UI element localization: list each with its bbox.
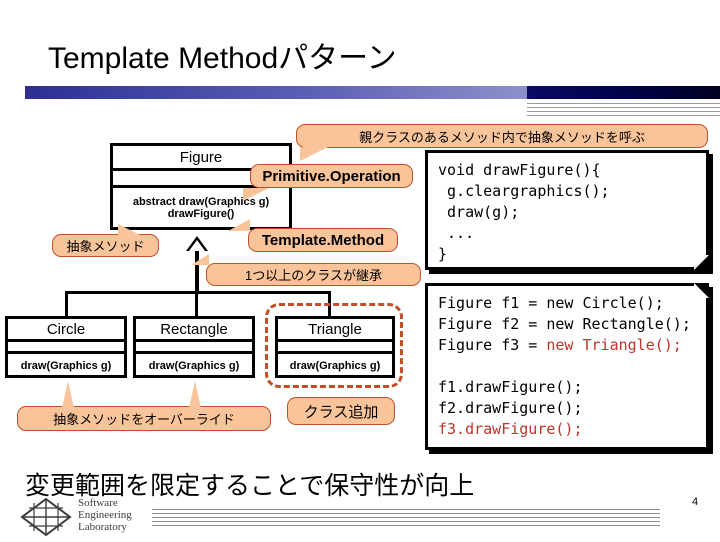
uml-class-figure-operation-1: drawFigure() — [167, 207, 235, 220]
sel-logo-line-2: Engineering — [78, 509, 132, 521]
generalization-bus — [65, 291, 331, 294]
footer-hairline-4 — [152, 521, 660, 522]
header-hairline-1 — [527, 103, 720, 104]
code-template-method-text: void drawFigure(){ g.cleargraphics(); dr… — [438, 161, 610, 263]
callout-abstract-method[interactable]: 抽象メソッド — [52, 234, 159, 257]
uml-class-circle[interactable]: Circle draw(Graphics g) — [5, 316, 127, 378]
callout-template-method[interactable]: Template.Method — [248, 228, 398, 252]
callout-call-abstract-tail — [300, 147, 328, 161]
callout-abstract-method-tail — [118, 224, 142, 236]
callout-call-abstract-in-parent[interactable]: 親クラスのあるメソッド内で抽象メソッドを呼ぶ — [296, 124, 708, 148]
code-client-text: Figure f1 = new Circle(); Figure f2 = ne… — [428, 286, 706, 440]
callout-primitive-operation-tail — [243, 188, 269, 201]
callout-primitive-operation[interactable]: Primitive.Operation — [250, 164, 413, 188]
code-client-line-1: Figure f1 = new Circle(); — [438, 294, 664, 312]
code-panel-client: Figure f1 = new Circle(); Figure f2 = ne… — [425, 283, 709, 450]
uml-class-circle-name: Circle — [46, 320, 86, 338]
page-number: 4 — [692, 496, 699, 508]
header-hairline-4 — [527, 115, 720, 116]
callout-override-tail-circle — [62, 381, 74, 408]
sel-logo-mark — [20, 497, 72, 537]
callout-override-tail-rectangle — [189, 381, 201, 408]
code-client-line-7-highlight: f3.drawFigure(); — [438, 420, 583, 438]
callout-override-abstract-method[interactable]: 抽象メソッドをオーバーライド — [17, 406, 271, 431]
sel-logo-text: Software Engineering Laboratory — [78, 497, 132, 533]
uml-class-circle-operation: draw(Graphics g) — [20, 360, 112, 372]
generalization-drop-rectangle — [195, 291, 198, 316]
footer-hairline-5 — [152, 525, 660, 526]
callout-one-or-more-subclasses[interactable]: 1つ以上のクラスが継承 — [206, 263, 421, 286]
page-title: Template Methodパターン — [48, 42, 397, 75]
uml-class-triangle-name: Triangle — [308, 320, 362, 338]
generalization-drop-circle — [65, 291, 68, 316]
code-client-line-2: Figure f2 = new Rectangle(); — [438, 315, 691, 333]
generalization-arrowhead — [186, 236, 208, 251]
sel-logo: Software Engineering Laboratory — [20, 497, 150, 537]
header-hairline-2 — [527, 107, 720, 108]
uml-class-rectangle-name: Rectangle — [160, 320, 228, 338]
callout-class-added[interactable]: クラス追加 — [287, 397, 395, 425]
uml-class-triangle-operation: draw(Graphics g) — [289, 360, 381, 372]
code-client-line-5: f1.drawFigure(); — [438, 378, 583, 396]
code-client-line-6: f2.drawFigure(); — [438, 399, 583, 417]
callout-template-method-tail — [228, 219, 250, 231]
uml-class-triangle[interactable]: Triangle draw(Graphics g) — [275, 316, 395, 378]
slide-canvas: Template Methodパターン Figure abstract draw… — [0, 0, 720, 540]
header-hairline-3 — [527, 111, 720, 112]
uml-class-rectangle-operation: draw(Graphics g) — [148, 360, 240, 372]
sel-logo-line-3: Laboratory — [78, 521, 127, 533]
callout-one-or-more-subclasses-tail — [191, 254, 209, 265]
uml-class-rectangle[interactable]: Rectangle draw(Graphics g) — [133, 316, 255, 378]
sel-logo-line-1: Software — [78, 497, 118, 509]
footer-hairline-2 — [152, 513, 660, 514]
code-panel-client-fold-icon — [694, 283, 709, 298]
code-panel-template-method: void drawFigure(){ g.cleargraphics(); dr… — [425, 150, 709, 270]
footer-hairline-1 — [152, 509, 660, 510]
header-gradient-bar — [25, 86, 527, 99]
code-panel-template-fold-icon — [694, 255, 709, 270]
uml-class-figure-name: Figure — [179, 148, 223, 166]
footer-hairline-3 — [152, 517, 660, 518]
code-client-line-3-highlight: new Triangle(); — [546, 336, 682, 354]
header-navy-block — [527, 86, 720, 99]
code-client-line-3-prefix: Figure f3 = — [438, 336, 547, 354]
